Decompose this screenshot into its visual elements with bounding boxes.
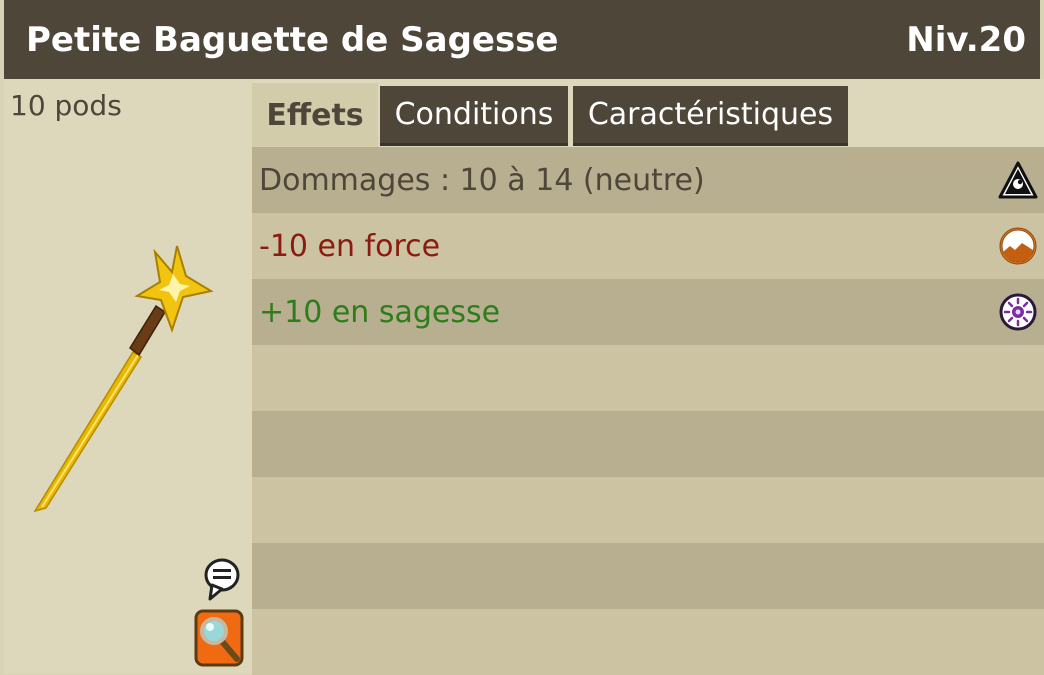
tab-conditions[interactable]: Conditions bbox=[380, 86, 568, 146]
effect-damage-text: Dommages : 10 à 14 (neutre) bbox=[259, 162, 705, 198]
item-header: Petite Baguette de Sagesse Niv.20 bbox=[4, 0, 1040, 79]
empty-row bbox=[252, 543, 1044, 609]
effect-strength-text: -10 en force bbox=[259, 228, 441, 264]
empty-row bbox=[252, 345, 1044, 411]
star-wand-icon bbox=[33, 245, 214, 513]
effect-row: +10 en sagesse bbox=[252, 279, 1044, 345]
item-level: Niv.20 bbox=[906, 20, 1026, 60]
effects-list: Dommages : 10 à 14 (neutre) -10 en force… bbox=[252, 147, 1044, 675]
item-title: Petite Baguette de Sagesse bbox=[26, 20, 559, 60]
effect-row: -10 en force bbox=[252, 213, 1044, 279]
empty-row bbox=[252, 411, 1044, 477]
empty-row bbox=[252, 609, 1044, 675]
tab-effets[interactable]: Effets bbox=[252, 83, 378, 147]
effect-wisdom-text: +10 en sagesse bbox=[259, 294, 501, 330]
item-details-panel: Effets Conditions Caractéristiques Domma… bbox=[252, 79, 1044, 675]
speech-bubble-icon[interactable] bbox=[202, 557, 242, 601]
wisdom-icon bbox=[999, 293, 1037, 331]
tab-bar: Effets Conditions Caractéristiques bbox=[252, 79, 1044, 147]
effect-row: Dommages : 10 à 14 (neutre) bbox=[252, 147, 1044, 213]
item-preview-panel: 10 pods bbox=[4, 79, 252, 674]
item-weight: 10 pods bbox=[10, 89, 122, 122]
empty-row bbox=[252, 477, 1044, 543]
tab-caracteristiques[interactable]: Caractéristiques bbox=[573, 86, 848, 146]
strength-icon bbox=[999, 227, 1037, 265]
neutral-element-icon bbox=[998, 161, 1038, 199]
inspect-button[interactable] bbox=[194, 609, 244, 667]
